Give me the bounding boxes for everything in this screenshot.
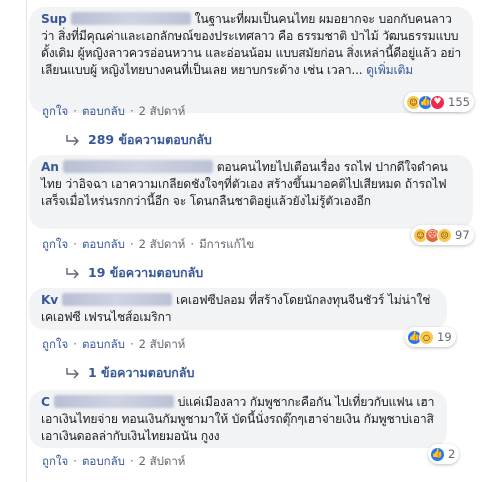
like-link[interactable]: ถูกใจ (42, 454, 68, 468)
reply-link[interactable]: ตอบกลับ (82, 104, 125, 118)
comment: An ตอนคนไทยไปเตือนเรื่อง รถไฟ ปากดีใจดำคน… (0, 150, 500, 283)
edited-label[interactable]: มีการแก้ไข (199, 237, 254, 251)
reaction-summary[interactable]: ☺ ☹ ☹ 97 (411, 225, 474, 245)
reaction-count: 97 (455, 228, 470, 242)
redacted-name (70, 12, 191, 25)
comment-actions: ถูกใจ · ตอบกลับ · 2 สัปดาห์ (42, 104, 186, 118)
like-link[interactable]: ถูกใจ (42, 237, 68, 251)
redacted-name (62, 160, 213, 173)
comment-time[interactable]: 2 สัปดาห์ (139, 454, 186, 468)
comment-author[interactable]: Sup (41, 12, 67, 26)
avatar[interactable] (0, 383, 27, 482)
reaction-summary[interactable]: ☺ 👍 ♥ 155 (404, 92, 474, 112)
reply-arrow-icon (66, 135, 79, 146)
comment-author[interactable]: An (41, 160, 59, 174)
comment-author[interactable]: C (41, 395, 50, 409)
comment-bubble: C บ่แค่เมืองลาว กัมพูชากะคือกัน ไปเที่ยวก… (29, 390, 447, 448)
redacted-name (62, 293, 172, 306)
view-replies-link[interactable]: 19 ข้อความตอบกลับ (66, 263, 203, 283)
reply-link[interactable]: ตอบกลับ (82, 454, 125, 468)
replies-count-label[interactable]: 1 ข้อความตอบกลับ (88, 363, 194, 383)
avatar[interactable] (0, 283, 27, 383)
comment-time[interactable]: 2 สัปดาห์ (139, 337, 186, 351)
avatar[interactable] (0, 0, 27, 150)
reaction-summary[interactable]: 👍 2 (428, 444, 460, 464)
replies-count-label[interactable]: 289 ข้อความตอบกลับ (88, 130, 212, 150)
comment-time[interactable]: 2 สัปดาห์ (139, 104, 186, 118)
like-icon: 👍 (430, 446, 445, 462)
reply-link[interactable]: ตอบกลับ (82, 337, 125, 351)
replies-count-label[interactable]: 19 ข้อความตอบกลับ (88, 263, 203, 283)
reaction-summary[interactable]: 👍 ○ 19 (405, 327, 456, 347)
comment: Kv เคเอฟซีปลอม ที่สร้างโดยนักลงทุนจีนชัวร… (0, 283, 500, 383)
comment: C บ่แค่เมืองลาว กัมพูชากะคือกัน ไปเที่ยวก… (0, 383, 500, 482)
comment-actions: ถูกใจ · ตอบกลับ · 2 สัปดาห์ · มีการแก้ไข (42, 237, 255, 251)
love-icon: ♥ (430, 94, 445, 110)
comment-bubble: Kv เคเอฟซีปลอม ที่สร้างโดยนักลงทุนจีนชัวร… (29, 288, 447, 330)
reply-link[interactable]: ตอบกลับ (82, 237, 125, 251)
comment-actions: ถูกใจ · ตอบกลับ · 2 สัปดาห์ (42, 337, 186, 351)
comment-bubble: An ตอนคนไทยไปเตือนเรื่อง รถไฟ ปากดีใจดำคน… (29, 155, 473, 229)
redacted-name (53, 395, 174, 408)
view-replies-link[interactable]: 1 ข้อความตอบกลับ (66, 363, 194, 383)
see-more-link[interactable]: ดูเพิ่มเติม (366, 63, 413, 77)
like-link[interactable]: ถูกใจ (42, 337, 68, 351)
like-link[interactable]: ถูกใจ (42, 104, 68, 118)
avatar[interactable] (0, 150, 27, 283)
comment-actions: ถูกใจ · ตอบกลับ · 2 สัปดาห์ (42, 454, 186, 468)
reaction-count: 155 (448, 95, 470, 109)
reply-arrow-icon (66, 368, 79, 379)
sad-icon: ☹ (437, 227, 452, 243)
comment-author[interactable]: Kv (41, 293, 58, 307)
comment-time[interactable]: 2 สัปดาห์ (139, 237, 186, 251)
wow-icon: ○ (419, 329, 434, 345)
reply-arrow-icon (66, 268, 79, 279)
reaction-count: 19 (437, 330, 452, 344)
reaction-count: 2 (448, 447, 456, 461)
comment: Sup ในฐานะที่ผมเป็นคนไทย ผมอยากจะ บอกกับค… (0, 0, 500, 150)
view-replies-link[interactable]: 289 ข้อความตอบกลับ (66, 130, 212, 150)
